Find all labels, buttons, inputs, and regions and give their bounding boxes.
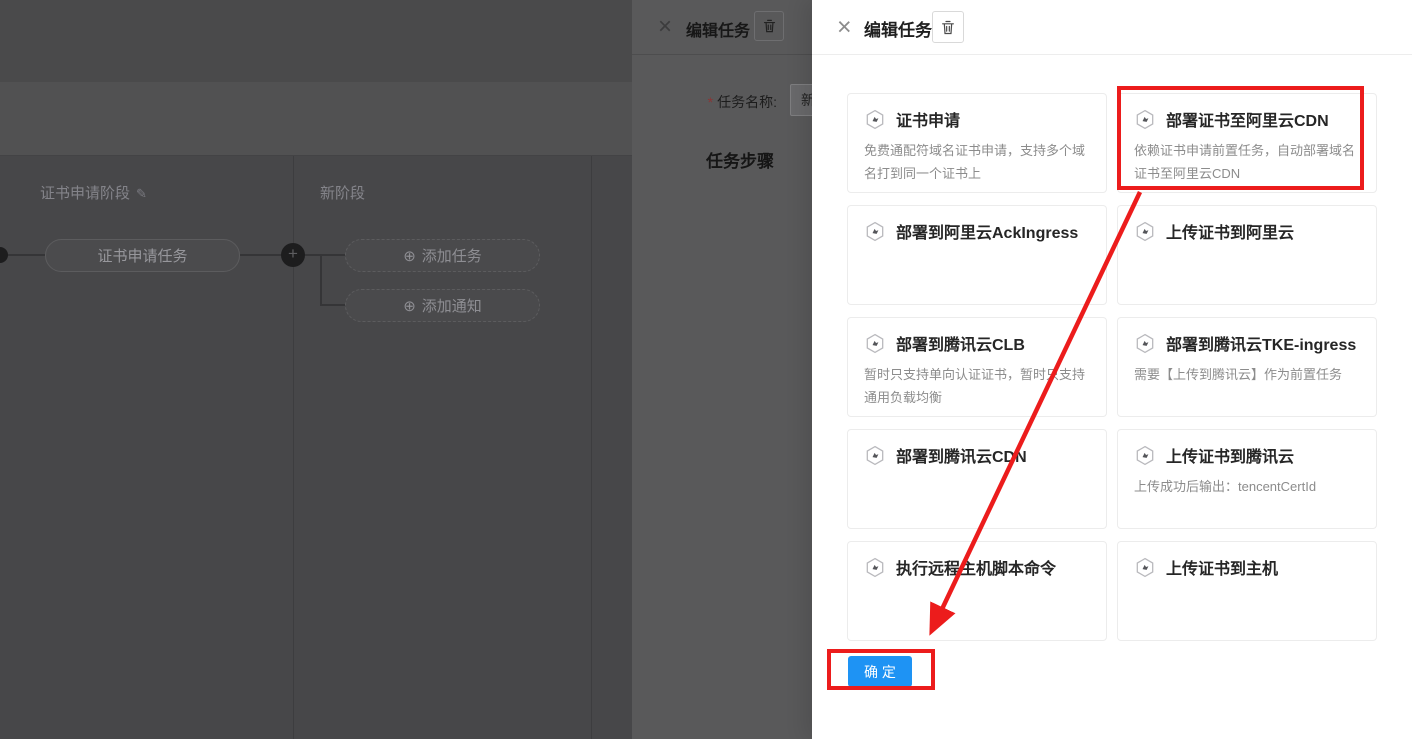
- stage1-title: 证书申请阶段✎: [40, 182, 147, 203]
- task-hexagon-icon: [1134, 108, 1156, 131]
- add-task-button[interactable]: ⊕ 添加任务: [345, 239, 540, 272]
- connector-line: [240, 254, 282, 256]
- drawer-header: × 编辑任务: [812, 0, 1412, 55]
- task-card[interactable]: 上传证书到腾讯云 上传成功后输出：tencentCertId: [1117, 429, 1377, 529]
- close-icon[interactable]: ×: [658, 12, 672, 42]
- trash-icon: [940, 19, 956, 36]
- task-type-card-grid: 证书申请 免费通配符域名证书申请，支持多个域名打到同一个证书上 部署证书至阿里云…: [847, 93, 1377, 641]
- plus-circle-icon: ⊕: [403, 297, 416, 315]
- task-hexagon-icon: [864, 556, 886, 579]
- task-card-title: 上传证书到阿里云: [1166, 219, 1294, 243]
- task-hexagon-icon: [1134, 556, 1156, 579]
- task-hexagon-icon: [864, 220, 886, 243]
- task-card-highlighted[interactable]: 部署证书至阿里云CDN 依赖证书申请前置任务，自动部署域名证书至阿里云CDN: [1117, 93, 1377, 193]
- task-card[interactable]: 上传证书到主机: [1117, 541, 1377, 641]
- task-steps-heading: 任务步骤: [706, 147, 774, 172]
- task-card-desc: 需要【上传到腾讯云】作为前置任务: [1134, 364, 1360, 387]
- task-hexagon-icon: [864, 332, 886, 355]
- task-name-label: *任务名称:: [708, 92, 777, 112]
- task-card[interactable]: 部署到阿里云AckIngress: [847, 205, 1107, 305]
- add-stage-plus-button[interactable]: +: [281, 243, 305, 267]
- task-card-title: 上传证书到主机: [1166, 555, 1278, 579]
- task-card[interactable]: 证书申请 免费通配符域名证书申请，支持多个域名打到同一个证书上: [847, 93, 1107, 193]
- app-root: 证书申请阶段✎ 证书申请任务 + 新阶段 ⊕ 添加任务 ⊕: [0, 0, 1412, 739]
- edit-task-drawer: × 编辑任务 证书申请 免费通配符域名证书申请，支持多个域名打到同一个证书上 部…: [812, 0, 1412, 739]
- connector-line: [320, 304, 345, 306]
- pipeline-start-node: [0, 247, 8, 263]
- task-card-title: 部署证书至阿里云CDN: [1166, 107, 1329, 131]
- connector-line: [8, 254, 46, 256]
- connector-line: [305, 254, 345, 256]
- task-card-desc: 暂时只支持单向认证证书，暂时只支持通用负载均衡: [864, 364, 1090, 410]
- task-card-desc: 免费通配符域名证书申请，支持多个域名打到同一个证书上: [864, 140, 1090, 186]
- task-card[interactable]: 部署到腾讯云CDN: [847, 429, 1107, 529]
- task-hexagon-icon: [1134, 220, 1156, 243]
- task-pill-cert-request[interactable]: 证书申请任务: [45, 239, 240, 272]
- task-card-title: 部署到腾讯云CLB: [896, 331, 1025, 355]
- required-asterisk: *: [708, 94, 713, 110]
- trash-icon: [762, 18, 777, 34]
- delete-task-button[interactable]: [754, 11, 784, 41]
- pipeline-canvas: 证书申请阶段✎ 证书申请任务 + 新阶段 ⊕ 添加任务 ⊕: [0, 156, 632, 739]
- task-card-title: 部署到腾讯云TKE-ingress: [1166, 331, 1356, 355]
- edit-task-drawer-dimmed: × 编辑任务 *任务名称: 新 任务步骤: [632, 0, 812, 739]
- confirm-button[interactable]: 确 定: [848, 656, 912, 687]
- task-hexagon-icon: [1134, 332, 1156, 355]
- mid-drawer-header: × 编辑任务: [632, 0, 812, 55]
- task-hexagon-icon: [1134, 444, 1156, 467]
- page-toolbar: [0, 82, 632, 156]
- task-card-desc: 上传成功后输出：tencentCertId: [1134, 476, 1360, 499]
- dimmed-background-page: 证书申请阶段✎ 证书申请任务 + 新阶段 ⊕ 添加任务 ⊕: [0, 0, 632, 739]
- page-top-header: [0, 0, 632, 82]
- edit-pencil-icon[interactable]: ✎: [136, 186, 147, 201]
- task-card[interactable]: 部署到腾讯云TKE-ingress 需要【上传到腾讯云】作为前置任务: [1117, 317, 1377, 417]
- task-card[interactable]: 执行远程主机脚本命令: [847, 541, 1107, 641]
- task-hexagon-icon: [864, 108, 886, 131]
- close-icon[interactable]: ×: [837, 11, 852, 43]
- stage2-title: 新阶段: [320, 182, 365, 203]
- mid-drawer-title: 编辑任务: [686, 17, 750, 41]
- stage-divider: [591, 156, 592, 739]
- add-notification-button[interactable]: ⊕ 添加通知: [345, 289, 540, 322]
- task-card-title: 证书申请: [896, 107, 960, 131]
- delete-task-button[interactable]: [932, 11, 964, 43]
- task-card-title: 上传证书到腾讯云: [1166, 443, 1294, 467]
- connector-line: [320, 254, 322, 305]
- task-card[interactable]: 部署到腾讯云CLB 暂时只支持单向认证证书，暂时只支持通用负载均衡: [847, 317, 1107, 417]
- task-card[interactable]: 上传证书到阿里云: [1117, 205, 1377, 305]
- task-card-desc: 依赖证书申请前置任务，自动部署域名证书至阿里云CDN: [1134, 140, 1360, 186]
- task-card-title: 部署到阿里云AckIngress: [896, 219, 1078, 243]
- task-hexagon-icon: [864, 444, 886, 467]
- task-card-title: 执行远程主机脚本命令: [896, 555, 1056, 579]
- plus-circle-icon: ⊕: [403, 247, 416, 265]
- drawer-title: 编辑任务: [864, 16, 932, 41]
- task-card-title: 部署到腾讯云CDN: [896, 443, 1027, 467]
